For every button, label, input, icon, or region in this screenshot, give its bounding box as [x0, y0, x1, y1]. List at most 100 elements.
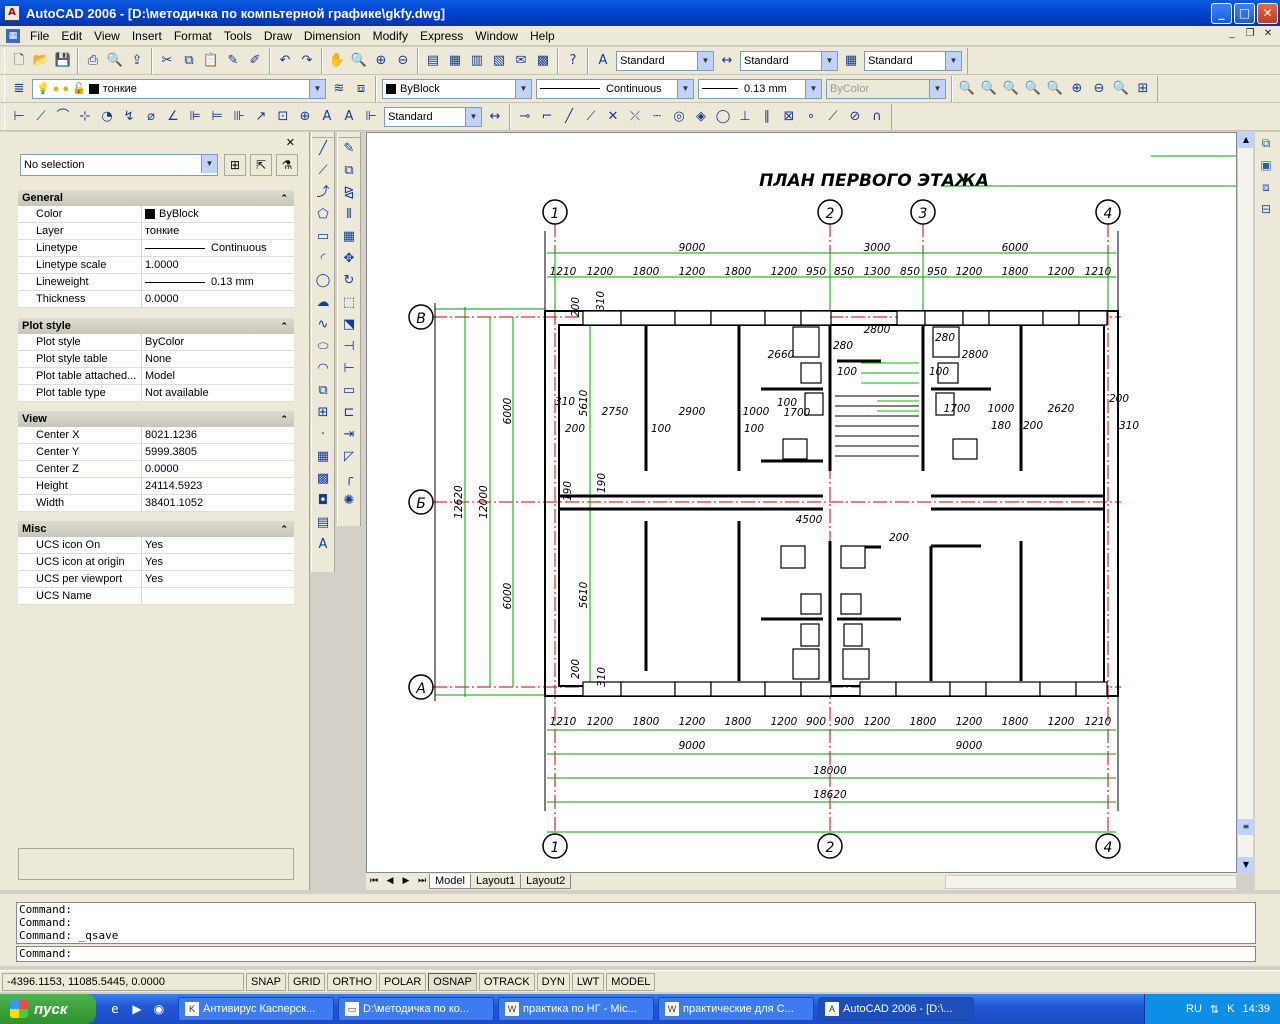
prop-row[interactable]: Plot table type Not available [18, 385, 294, 402]
doc-close-button[interactable]: ✕ [1260, 28, 1276, 42]
collapse-icon[interactable]: ⌃ [280, 411, 288, 427]
zoom-center-icon[interactable]: 🔍 [1022, 78, 1044, 100]
properties-icon[interactable]: ▤ [422, 50, 444, 72]
prop-row[interactable]: Thickness 0.0000 [18, 291, 294, 308]
chamfer-icon[interactable]: ◸ [338, 446, 360, 468]
section-header-view[interactable]: View ⌃ [18, 411, 294, 427]
drawing-canvas[interactable]: ПЛАН ПЕРВОГО ЭТАЖА 1 2 3 4 1 2 4 В Б А 9… [366, 132, 1237, 873]
command-input[interactable]: Command: [16, 946, 1256, 962]
tab-model[interactable]: Model [429, 874, 471, 889]
erase-icon[interactable]: ✎ [338, 138, 360, 160]
table-icon[interactable]: ▤ [312, 512, 334, 534]
snap-intersection-icon[interactable]: ✕ [602, 106, 624, 128]
sheet-set-icon[interactable]: ▧ [488, 50, 510, 72]
point-icon[interactable]: · [312, 424, 334, 446]
linetype-select[interactable]: Continuous ▼ [536, 78, 694, 99]
scroll-up-icon[interactable]: ▲ [1238, 132, 1254, 148]
rectangle-icon[interactable]: ▭ [312, 226, 334, 248]
coordinates-readout[interactable]: -4396.1153, 11085.5445, 0.0000 [2, 972, 244, 991]
task-folder[interactable]: ▭ D:\методичка по ко... [338, 997, 494, 1021]
multiline-text-icon[interactable]: A [312, 534, 334, 556]
collapse-icon[interactable]: ⌃ [280, 521, 288, 537]
mirror-icon[interactable]: ⧎ [338, 182, 360, 204]
tab-last-icon[interactable]: ⏭ [414, 874, 430, 889]
copy-icon[interactable]: ⧉ [178, 50, 200, 72]
tab-layout1[interactable]: Layout1 [469, 874, 522, 889]
stretch-icon[interactable]: ⬔ [338, 314, 360, 336]
close-icon[interactable]: ✕ [286, 136, 295, 149]
ellipse-arc-icon[interactable]: ◠ [312, 358, 334, 380]
dim-style-icon[interactable]: ↔ [716, 50, 738, 72]
osnap-settings-icon[interactable]: ∩ [866, 106, 888, 128]
insert-block-icon[interactable]: ⧉ [312, 380, 334, 402]
zoom-window-icon[interactable]: ⊕ [370, 50, 392, 72]
angular-dim-icon[interactable]: ∠ [162, 106, 184, 128]
cut-icon[interactable]: ✂ [156, 50, 178, 72]
task-word-1[interactable]: Wпрактика по НГ - Mic... [498, 997, 654, 1021]
dim-edit-icon[interactable]: A [316, 106, 338, 128]
text-style-icon[interactable]: A [592, 50, 614, 72]
prop-row[interactable]: Center X 8021.1236 [18, 427, 294, 444]
break-icon[interactable]: ⊏ [338, 402, 360, 424]
layer-manager-icon[interactable]: ≣ [8, 78, 30, 100]
snap-perpendicular-icon[interactable]: ⊥ [734, 106, 756, 128]
prop-row[interactable]: Height 24114.5923 [18, 478, 294, 495]
prop-row[interactable]: Center Z 0.0000 [18, 461, 294, 478]
markup-icon[interactable]: ✉ [510, 50, 532, 72]
menu-help[interactable]: Help [524, 29, 561, 43]
block-editor-icon[interactable]: ✐ [244, 50, 266, 72]
extend-icon[interactable]: ⊢ [338, 358, 360, 380]
undo-icon[interactable]: ↶ [274, 50, 296, 72]
start-button[interactable]: пуск [0, 994, 96, 1024]
viewport-convert-icon[interactable]: ⊟ [1255, 198, 1277, 220]
ie-icon[interactable]: e [106, 1000, 124, 1018]
print-icon[interactable]: ⎙ [82, 50, 104, 72]
help-icon[interactable]: ? [562, 50, 584, 72]
region-icon[interactable]: ◘ [312, 490, 334, 512]
open-icon[interactable]: 📂 [30, 50, 52, 72]
section-header-general[interactable]: General ⌃ [18, 190, 294, 206]
maximize-button[interactable]: □ [1234, 3, 1255, 24]
snap-node-icon[interactable]: ∘ [800, 106, 822, 128]
otrack-toggle[interactable]: OTRACK [478, 972, 535, 991]
polyline-icon[interactable]: ⤴ [312, 182, 334, 204]
snap-toggle[interactable]: SNAP [246, 972, 286, 991]
task-word-2[interactable]: Wпрактические для С... [658, 997, 814, 1021]
table-style-select[interactable]: Standard ▼ [864, 50, 962, 71]
network-icon[interactable]: ⇅ [1210, 1003, 1219, 1016]
line-icon[interactable]: ╱ [312, 138, 334, 160]
zoom-object-icon[interactable]: 🔍 [1044, 78, 1066, 100]
vertical-scrollbar[interactable]: ▲ ≡ ▼ [1237, 132, 1254, 873]
firefox-icon[interactable]: ◉ [150, 1000, 168, 1018]
dyn-toggle[interactable]: DYN [536, 972, 570, 991]
snap-endpoint-icon[interactable]: ╱ [558, 106, 580, 128]
tab-layout2[interactable]: Layout2 [520, 874, 572, 889]
new-icon[interactable]: 🗋 [8, 50, 30, 72]
aligned-dim-icon[interactable]: ⟋ [30, 106, 52, 128]
zoom-all-icon[interactable]: 🔍 [1110, 78, 1132, 100]
prop-row[interactable]: Plot style ByColor [18, 334, 294, 351]
offset-icon[interactable]: ⫴ [338, 204, 360, 226]
move-icon[interactable]: ✥ [338, 248, 360, 270]
toggle-pickadd-button[interactable]: ⊞ [224, 154, 246, 176]
diameter-dim-icon[interactable]: ⌀ [140, 106, 162, 128]
jogged-dim-icon[interactable]: ↯ [118, 106, 140, 128]
continue-dim-icon[interactable]: ⊪ [228, 106, 250, 128]
snap-center-icon[interactable]: ◎ [668, 106, 690, 128]
lineweight-select[interactable]: 0.13 mm ▼ [698, 78, 822, 99]
snap-tangent-icon[interactable]: ◯ [712, 106, 734, 128]
scroll-thumb[interactable]: ≡ [1238, 819, 1254, 835]
document-icon[interactable]: ▦ [6, 28, 20, 43]
zoom-in-icon[interactable]: ⊕ [1066, 78, 1088, 100]
grid-toggle[interactable]: GRID [287, 972, 326, 991]
snap-apparent-icon[interactable]: ⤫ [624, 106, 646, 128]
zoom-previous-icon[interactable]: ⊖ [392, 50, 414, 72]
revision-cloud-icon[interactable]: ☁ [312, 292, 334, 314]
prop-row[interactable]: Color ByBlock [18, 206, 294, 223]
snap-none-icon[interactable]: ⊘ [844, 106, 866, 128]
zoom-extents-icon[interactable]: ⊞ [1132, 78, 1154, 100]
tab-next-icon[interactable]: ▶ [398, 874, 414, 889]
spline-icon[interactable]: ∿ [312, 314, 334, 336]
linear-dim-icon[interactable]: ⊢ [8, 106, 30, 128]
trim-icon[interactable]: ⊣ [338, 336, 360, 358]
